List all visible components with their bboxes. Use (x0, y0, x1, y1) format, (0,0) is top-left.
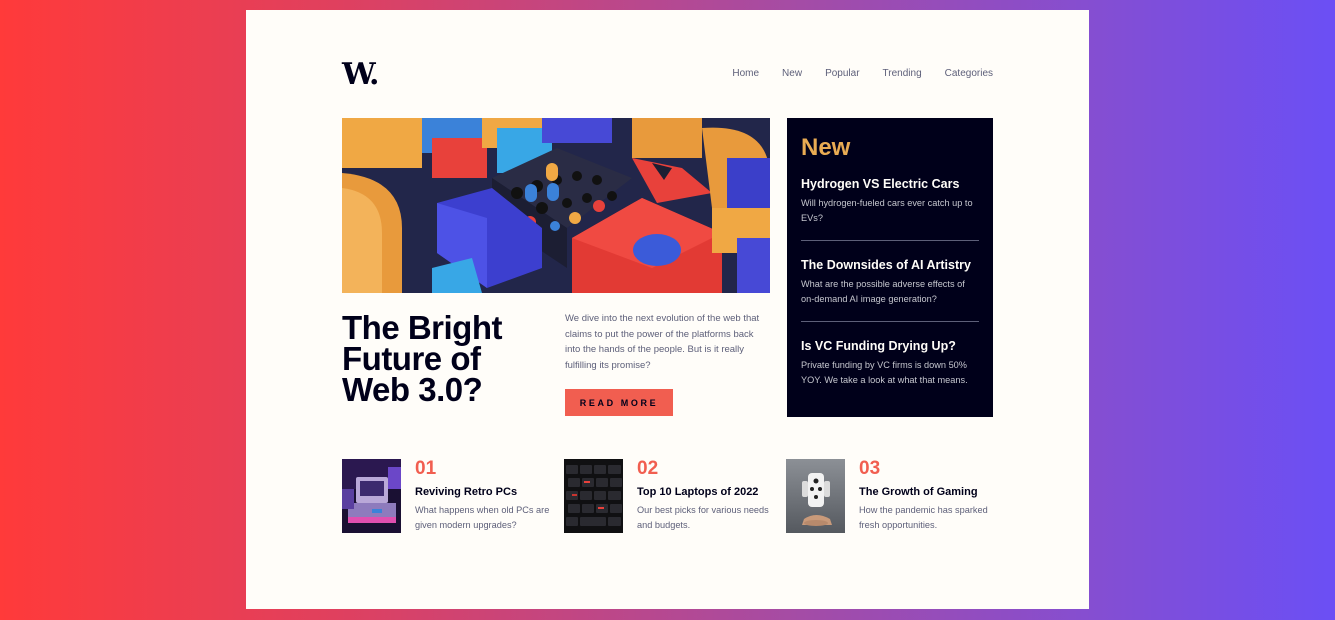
article-card[interactable]: 03 The Growth of Gaming How the pandemic… (786, 459, 1008, 533)
laptop-keyboard-thumbnail[interactable] (564, 459, 623, 533)
new-item-text: What are the possible adverse effects of… (801, 279, 965, 304)
nav-home[interactable]: Home (732, 68, 759, 80)
nav-trending[interactable]: Trending (883, 68, 922, 80)
hero-title: The Bright Future of Web 3.0? (342, 309, 502, 408)
main-nav: Home New Popular Trending Categories (732, 68, 993, 80)
card-number: 03 (859, 458, 881, 479)
new-item-text: Private funding by VC firms is down 50% … (801, 360, 968, 385)
page-container: W. Home New Popular Trending Categories (246, 10, 1089, 609)
article-card[interactable]: 02 Top 10 Laptops of 2022 Our best picks… (564, 459, 786, 533)
nav-categories[interactable]: Categories (945, 68, 993, 80)
article-cards: 01 Reviving Retro PCs What happens when … (342, 459, 1008, 533)
site-logo[interactable]: W. (342, 60, 379, 90)
retro-pc-thumbnail[interactable] (342, 459, 401, 533)
card-title[interactable]: The Growth of Gaming (859, 485, 999, 499)
new-item-text: Will hydrogen-fueled cars ever catch up … (801, 198, 973, 223)
card-text: What happens when old PCs are given mode… (415, 505, 550, 530)
card-number: 01 (415, 458, 437, 479)
card-title[interactable]: Top 10 Laptops of 2022 (637, 485, 777, 499)
nav-popular[interactable]: Popular (825, 68, 859, 80)
new-item[interactable]: Is VC Funding Drying Up? Private funding… (801, 321, 979, 402)
new-panel: New Hydrogen VS Electric Cars Will hydro… (787, 118, 993, 417)
new-item-title[interactable]: The Downsides of AI Artistry (801, 257, 979, 273)
nav-new[interactable]: New (782, 68, 802, 80)
new-item-title[interactable]: Is VC Funding Drying Up? (801, 338, 979, 354)
card-text: Our best picks for various needs and bud… (637, 505, 769, 530)
card-number: 02 (637, 458, 659, 479)
new-item[interactable]: The Downsides of AI Artistry What are th… (801, 240, 979, 321)
hero-description: We dive into the next evolution of the w… (565, 313, 760, 371)
read-more-button[interactable]: READ MORE (565, 389, 673, 416)
new-item-title[interactable]: Hydrogen VS Electric Cars (801, 176, 979, 192)
article-card[interactable]: 01 Reviving Retro PCs What happens when … (342, 459, 564, 533)
card-title[interactable]: Reviving Retro PCs (415, 485, 555, 499)
card-text: How the pandemic has sparked fresh oppor… (859, 505, 988, 530)
game-controller-thumbnail[interactable] (786, 459, 845, 533)
new-item[interactable]: Hydrogen VS Electric Cars Will hydrogen-… (801, 176, 979, 240)
hero-image (342, 118, 770, 293)
new-panel-title: New (801, 134, 851, 161)
